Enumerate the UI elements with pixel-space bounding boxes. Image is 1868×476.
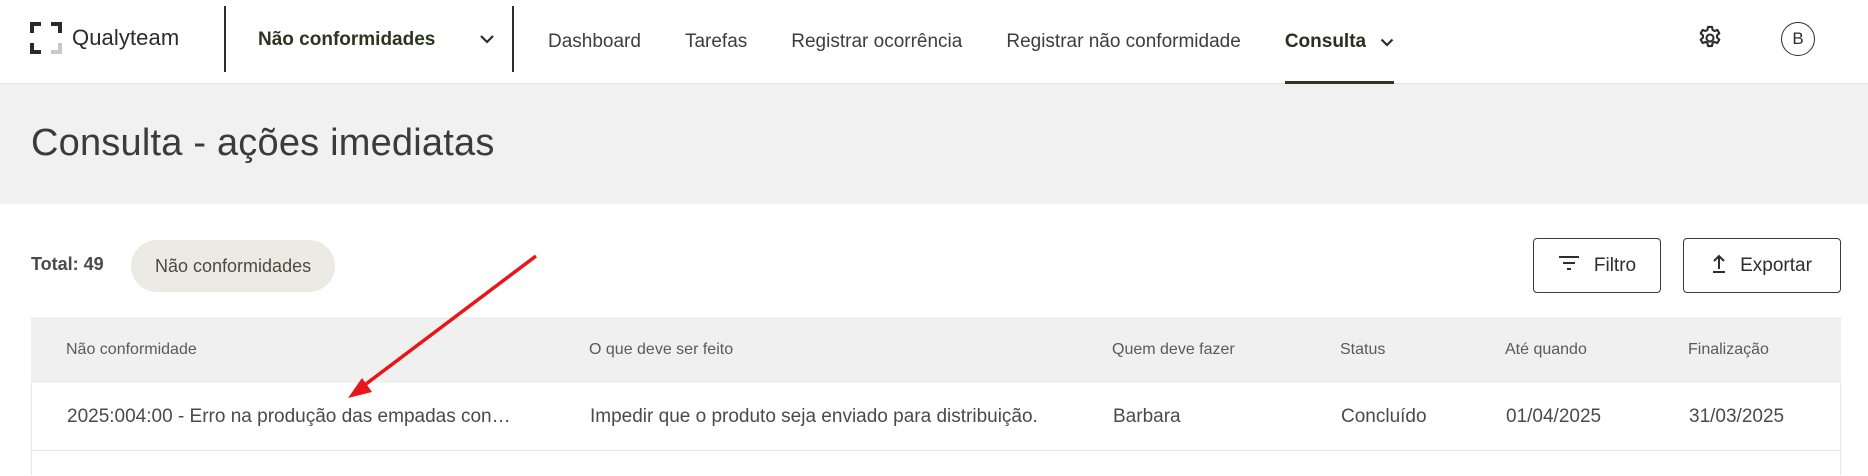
qualyteam-logo-icon [30,22,62,54]
cell-o-que-deve-ser-feito: Impedir que o produto seja enviado para … [590,405,1038,427]
nav-item-consulta[interactable]: Consulta [1284,0,1395,84]
avatar-initial: B [1792,29,1804,48]
cell-ate-quando: 01/04/2025 [1506,405,1602,427]
total-count: Total: 49 [31,254,104,274]
gear-icon[interactable] [1696,24,1724,52]
chip-label: Não conformidades [155,255,312,276]
module-selector-label: Não conformidades [258,29,436,50]
nav-item-label: Registrar ocorrência [791,31,963,52]
app-name: Qualyteam [72,25,180,50]
filter-icon [1558,255,1594,277]
table-header: Não conformidade O que deve ser feito Qu… [31,317,1841,383]
column-header-quem-deve-fazer[interactable]: Quem deve fazer [1112,317,1312,383]
chevron-down-icon [479,31,495,49]
table-row[interactable] [31,451,1841,475]
column-header-nao-conformidade[interactable]: Não conformidade [66,317,516,383]
results-table: Não conformidade O que deve ser feito Qu… [31,317,1841,475]
filter-button[interactable]: Filtro [1533,238,1661,293]
nav-item-label: Tarefas [684,31,748,52]
cell-status: Concluído [1341,405,1427,427]
main-nav: Dashboard Tarefas Registrar ocorrência R… [548,0,1438,84]
upload-icon [1712,253,1740,279]
divider [224,6,226,72]
app-logo[interactable]: Qualyteam [30,20,179,56]
nav-item-registrar-ocorrencia[interactable]: Registrar ocorrência [791,0,962,84]
cell-nao-conformidade: 2025:004:00 - Erro na produção das empad… [67,405,517,427]
export-button-label: Exportar [1740,254,1812,276]
nav-item-label: Consulta [1284,31,1367,52]
nav-item-dashboard[interactable]: Dashboard [548,0,641,84]
export-button[interactable]: Exportar [1683,238,1841,293]
column-header-o-que-deve-ser-feito[interactable]: O que deve ser feito [589,317,1089,383]
module-selector[interactable]: Não conformidades [258,22,495,58]
column-header-status[interactable]: Status [1340,317,1490,383]
filter-button-label: Filtro [1593,254,1637,276]
page-title: Consulta - ações imediatas [31,122,495,164]
nav-item-tarefas[interactable]: Tarefas [685,0,747,84]
divider [512,6,514,72]
table-row[interactable]: 2025:004:00 - Erro na produção das empad… [31,383,1841,451]
nav-item-registrar-nao-conformidade[interactable]: Registrar não conformidade [1006,0,1240,84]
filter-chip-nao-conformidades[interactable]: Não conformidades [131,240,336,292]
page-header: Consulta - ações imediatas [0,84,1868,204]
chevron-down-icon [1380,31,1394,53]
cell-quem-deve-fazer: Barbara [1113,405,1181,427]
column-header-finalizacao[interactable]: Finalização [1688,317,1838,383]
nav-item-label: Registrar não conformidade [1006,31,1241,52]
column-header-ate-quando[interactable]: Até quando [1505,317,1665,383]
avatar[interactable]: B [1781,22,1815,56]
nav-item-label: Dashboard [548,31,641,52]
top-navigation-bar: Qualyteam Não conformidades Dashboard Ta… [0,0,1868,84]
cell-finalizacao: 31/03/2025 [1689,405,1785,427]
